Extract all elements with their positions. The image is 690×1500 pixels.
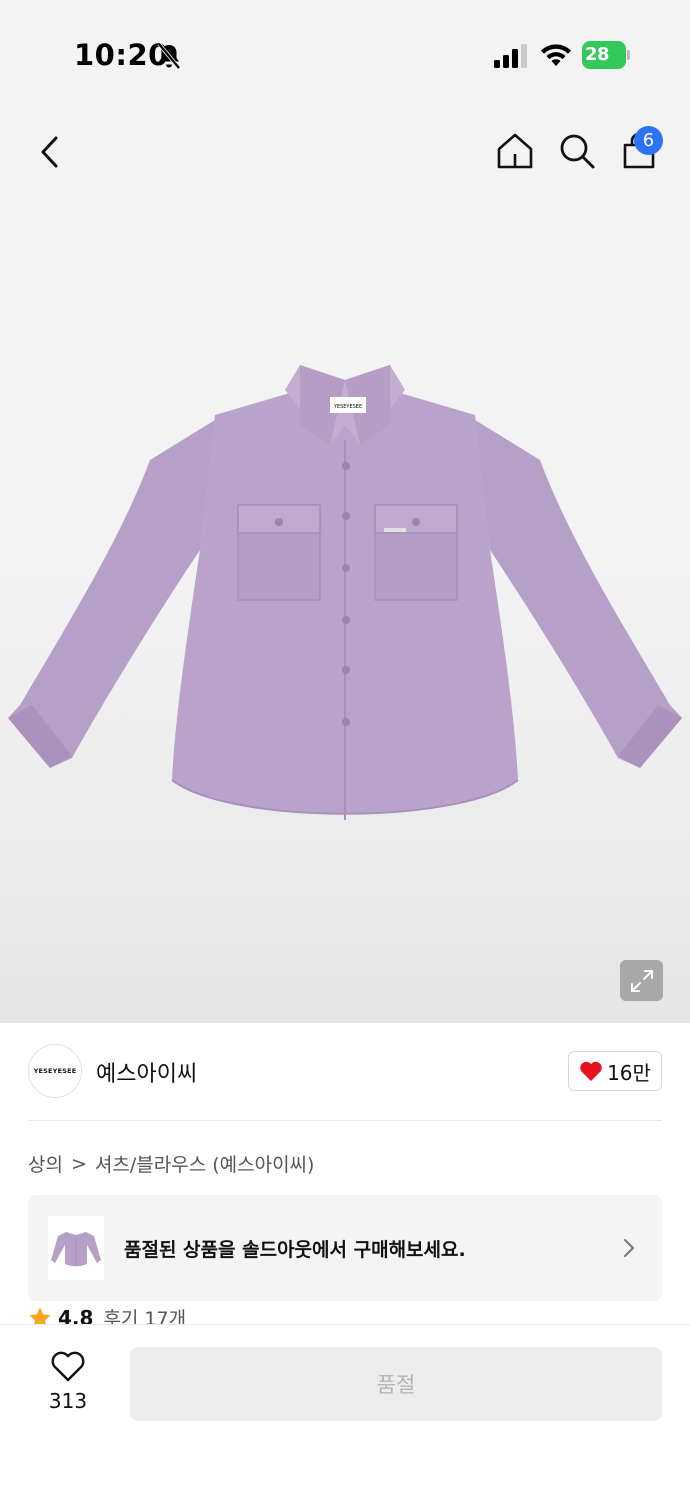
home-button[interactable] [490,126,540,176]
status-time: 10:20 [74,38,169,72]
search-button[interactable] [552,126,602,176]
brand-like-button[interactable]: 16만 [568,1051,662,1091]
product-image[interactable]: YESEYESEE [0,350,690,840]
soldout-thumbnail [48,1216,104,1280]
soldout-button[interactable]: 품절 [130,1347,662,1421]
home-icon [497,133,533,169]
expand-image-button[interactable] [620,960,663,1001]
breadcrumb-separator: > [70,1152,87,1175]
battery-tip [627,50,630,60]
battery-percent: 28 [585,44,610,65]
chevron-right-icon [624,1239,634,1257]
brand-logo-text: YESEYESEE [33,1067,77,1075]
bottom-action-bar: 313 품절 [0,1324,690,1500]
soldout-banner[interactable]: 품절된 상품을 솔드아웃에서 구매해보세요. [28,1195,662,1301]
shirt-thumbnail-image [51,1232,101,1267]
status-bar: 10:20 28 [0,30,690,82]
wishlist-count: 313 [48,1389,88,1413]
cart-count-badge: 6 [634,126,663,155]
battery-icon: 28 [582,41,630,69]
heart-filled-icon [580,1061,602,1081]
back-button[interactable] [28,126,72,178]
cellular-signal-icon [494,44,527,68]
chevron-left-icon [41,136,58,168]
search-icon [560,134,595,169]
heart-outline-icon [51,1351,85,1382]
brand-name[interactable]: 예스아이씨 [96,1056,197,1088]
wifi-icon [541,44,571,66]
breadcrumb-category[interactable]: 상의 [28,1150,63,1177]
brand-like-count: 16만 [607,1060,651,1085]
product-hero: 10:20 28 6 YESEYESEE [0,0,690,1023]
soldout-banner-text: 품절된 상품을 솔드아웃에서 구매해보세요. [124,1239,466,1261]
svg-text:YESEYESEE: YESEYESEE [333,404,362,410]
expand-icon [630,969,653,992]
divider [28,1120,662,1121]
breadcrumb: 상의 > 셔츠/블라우스 (예스아이씨) [28,1150,314,1177]
breadcrumb-subcategory[interactable]: 셔츠/블라우스 (예스아이씨) [95,1150,315,1177]
bell-off-icon [157,42,181,70]
brand-logo[interactable]: YESEYESEE [28,1044,82,1098]
wishlist-button[interactable]: 313 [40,1351,96,1421]
